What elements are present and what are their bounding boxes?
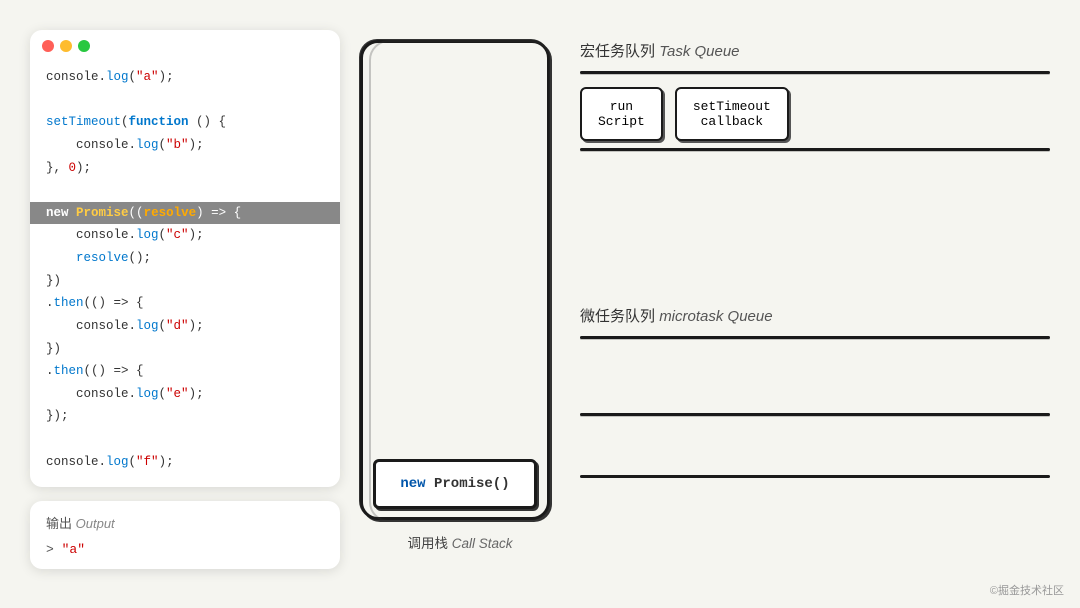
extra-bottom-line bbox=[580, 475, 1050, 478]
code-line bbox=[30, 428, 340, 451]
call-stack-label-en: Call Stack bbox=[452, 536, 513, 551]
queue-bottom-border bbox=[580, 148, 1050, 151]
code-line: console.log("f"); bbox=[30, 451, 340, 474]
queues-section: 宏任务队列 Task Queue run Script setTimeout c… bbox=[580, 40, 1050, 508]
code-line bbox=[30, 179, 340, 202]
maximize-dot[interactable] bbox=[78, 40, 90, 52]
code-line bbox=[30, 89, 340, 112]
code-line: }) bbox=[30, 338, 340, 361]
code-line-highlighted: new Promise((resolve) => { bbox=[30, 202, 340, 225]
task-queue-items: run Script setTimeout callback bbox=[580, 79, 789, 149]
microtask-queue-block: 微任务队列 microtask Queue bbox=[580, 305, 1050, 478]
output-label-en: Output bbox=[76, 516, 115, 531]
titlebar bbox=[30, 30, 340, 60]
task-queue-item: run Script bbox=[580, 87, 663, 141]
main-container: console.log("a"); setTimeout(function ()… bbox=[0, 0, 1080, 608]
output-content: > "a" bbox=[46, 542, 324, 557]
call-stack-container: new Promise() bbox=[360, 40, 560, 520]
microtask-queue-area bbox=[580, 336, 1050, 416]
code-line: }) bbox=[30, 270, 340, 293]
task-queue-item: setTimeout callback bbox=[675, 87, 789, 141]
code-line: setTimeout(function () { bbox=[30, 111, 340, 134]
microtask-queue-title-en: microtask Queue bbox=[659, 308, 772, 325]
close-dot[interactable] bbox=[42, 40, 54, 52]
code-line: console.log("d"); bbox=[30, 315, 340, 338]
task-queue-block: 宏任务队列 Task Queue run Script setTimeout c… bbox=[580, 40, 1050, 155]
code-line: console.log("a"); bbox=[30, 66, 340, 89]
call-stack-section: new Promise() 调用栈 Call Stack bbox=[360, 40, 560, 552]
call-stack-label: 调用栈 Call Stack bbox=[407, 532, 512, 552]
call-stack-label-zh: 调用栈 bbox=[407, 536, 448, 551]
code-line: }); bbox=[30, 405, 340, 428]
task-queue-title-zh: 宏任务队列 bbox=[580, 43, 655, 60]
task-queue-title-en: Task Queue bbox=[659, 43, 739, 60]
extra-line-area bbox=[580, 428, 1050, 478]
code-line: console.log("b"); bbox=[30, 134, 340, 157]
code-window: console.log("a"); setTimeout(function ()… bbox=[30, 30, 340, 487]
code-line: resolve(); bbox=[30, 247, 340, 270]
left-panel: console.log("a"); setTimeout(function ()… bbox=[30, 30, 340, 569]
call-stack-frame: new Promise() bbox=[360, 40, 550, 520]
watermark: ©掘金技术社区 bbox=[990, 582, 1064, 598]
code-line: .then(() => { bbox=[30, 292, 340, 315]
microtask-queue-title: 微任务队列 microtask Queue bbox=[580, 305, 1050, 326]
spacer bbox=[580, 185, 1050, 245]
microtask-queue-title-zh: 微任务队列 bbox=[580, 308, 655, 325]
call-stack-item: new Promise() bbox=[373, 459, 537, 509]
output-label-zh: 输出 bbox=[46, 516, 72, 531]
task-queue-title: 宏任务队列 Task Queue bbox=[580, 40, 1050, 61]
output-label: 输出 Output bbox=[46, 513, 324, 532]
minimize-dot[interactable] bbox=[60, 40, 72, 52]
queue-top-border bbox=[580, 71, 1050, 74]
code-line: console.log("c"); bbox=[30, 224, 340, 247]
code-body: console.log("a"); setTimeout(function ()… bbox=[30, 60, 340, 487]
code-line: console.log("e"); bbox=[30, 383, 340, 406]
task-queue-area: run Script setTimeout callback bbox=[580, 71, 1050, 151]
output-panel: 输出 Output > "a" bbox=[30, 501, 340, 569]
code-line: }, 0); bbox=[30, 157, 340, 180]
code-line: .then(() => { bbox=[30, 360, 340, 383]
microtask-bottom-border bbox=[580, 413, 1050, 416]
microtask-top-border bbox=[580, 336, 1050, 339]
